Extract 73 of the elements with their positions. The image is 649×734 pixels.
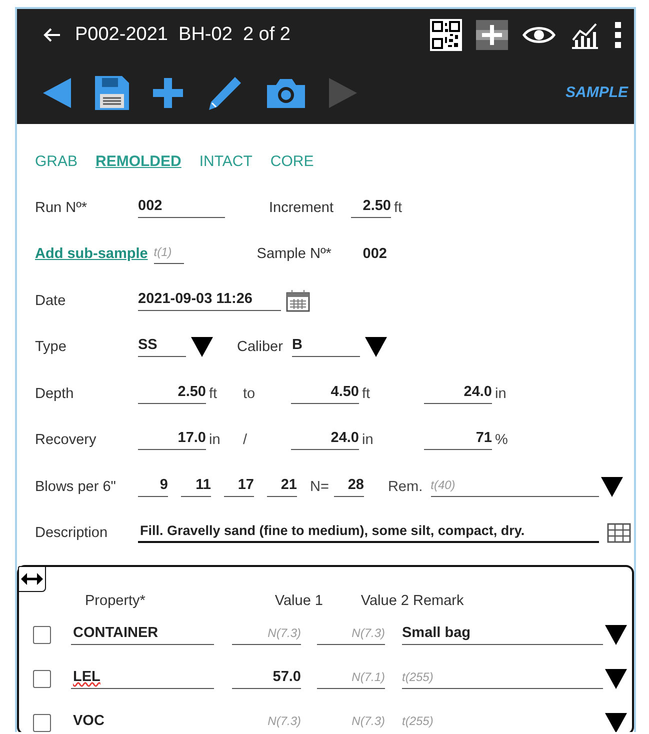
input-field[interactable]: 2021-09-03 11:26 (138, 290, 281, 311)
field-label: Increment (269, 200, 334, 216)
input-field[interactable]: 4.50 (291, 384, 359, 404)
dropdown-arrow-icon[interactable] (191, 337, 213, 358)
column-header: Value 1 (274, 592, 323, 608)
unit-label: in (362, 432, 374, 448)
field-label: Rem. (388, 478, 423, 495)
expand-icon[interactable] (18, 566, 46, 592)
add-sub-sample-link[interactable]: Add sub-sample (35, 246, 148, 262)
camera-icon[interactable] (267, 78, 305, 108)
input-field[interactable]: 2.50 (351, 198, 391, 218)
description-field[interactable]: Fill. Gravelly sand (fine to medium), some silt, compact, dry. (138, 523, 599, 544)
dropdown-arrow-icon[interactable] (365, 337, 387, 358)
grid-icon[interactable] (607, 523, 631, 544)
column-header: Remark (413, 592, 465, 608)
input-field[interactable]: 9 (138, 476, 168, 497)
field-label: Blows per 6" (35, 478, 117, 495)
dropdown-arrow-icon[interactable] (600, 476, 623, 497)
unit-label: in (495, 386, 508, 402)
input-field[interactable]: Small bag (402, 624, 603, 644)
save-icon[interactable] (95, 76, 129, 110)
separator-text: to (242, 386, 256, 402)
field-label: Sample Nº* (256, 246, 332, 262)
eye-icon[interactable] (522, 24, 556, 46)
column-header: Property* (85, 592, 146, 608)
input-field[interactable]: VOC (71, 712, 214, 732)
input-field[interactable]: CONTAINER (71, 624, 214, 644)
back-arrow-icon[interactable] (43, 27, 61, 43)
input-field[interactable]: 17.0 (138, 430, 206, 450)
row-checkbox[interactable] (33, 626, 51, 644)
input-field[interactable]: 17 (224, 476, 254, 497)
dropdown-arrow-icon[interactable] (605, 712, 627, 732)
separator-text: / (242, 432, 248, 448)
qr-code-icon[interactable] (430, 19, 462, 51)
field-label: Run Nº* (35, 200, 88, 216)
window-title: P002-2021 BH-02 2 of 2 (75, 24, 292, 46)
column-header: Value 2 (360, 592, 409, 608)
input-field[interactable]: 28 (334, 476, 364, 497)
dropdown-arrow-icon[interactable] (605, 668, 627, 688)
field-label: Description (35, 525, 109, 542)
pencil-icon[interactable] (207, 74, 243, 110)
unit-label: ft (209, 386, 218, 402)
unit-label: in (209, 432, 222, 448)
input-field[interactable]: 11 (181, 476, 211, 497)
input-field[interactable]: 21 (267, 476, 297, 497)
unit-label: % (495, 432, 509, 448)
row-checkbox[interactable] (33, 714, 51, 732)
dropdown-arrow-icon[interactable] (605, 624, 627, 644)
input-field[interactable]: 24.0 (424, 384, 492, 404)
unit-label: ft (362, 386, 372, 402)
field-label: Caliber (237, 339, 284, 356)
screen-label: SAMPLE (565, 84, 628, 101)
field-label: Depth (35, 386, 75, 402)
add-box-icon[interactable] (476, 20, 508, 50)
n-label: N= (310, 478, 329, 495)
input-field[interactable]: 24.0 (291, 430, 359, 450)
row-checkbox[interactable] (33, 670, 51, 688)
input-field[interactable]: 2.50 (138, 384, 206, 404)
sample-number: 002 (362, 246, 387, 262)
calendar-icon[interactable] (286, 290, 310, 312)
add-icon[interactable] (153, 78, 183, 108)
unit-label: ft (394, 200, 402, 216)
field-label: Date (35, 292, 67, 309)
field-label: Recovery (35, 432, 98, 448)
previous-icon[interactable] (43, 78, 71, 108)
field-label: Type (35, 339, 68, 356)
input-field[interactable]: B (292, 337, 360, 358)
input-field[interactable]: 71 (424, 430, 492, 450)
input-field[interactable]: SS (138, 337, 186, 358)
input-field[interactable]: 002 (138, 198, 225, 218)
menu-icon[interactable] (614, 22, 622, 48)
input-field[interactable]: 57.0 (232, 668, 301, 688)
input-field[interactable]: LEL (71, 668, 214, 688)
